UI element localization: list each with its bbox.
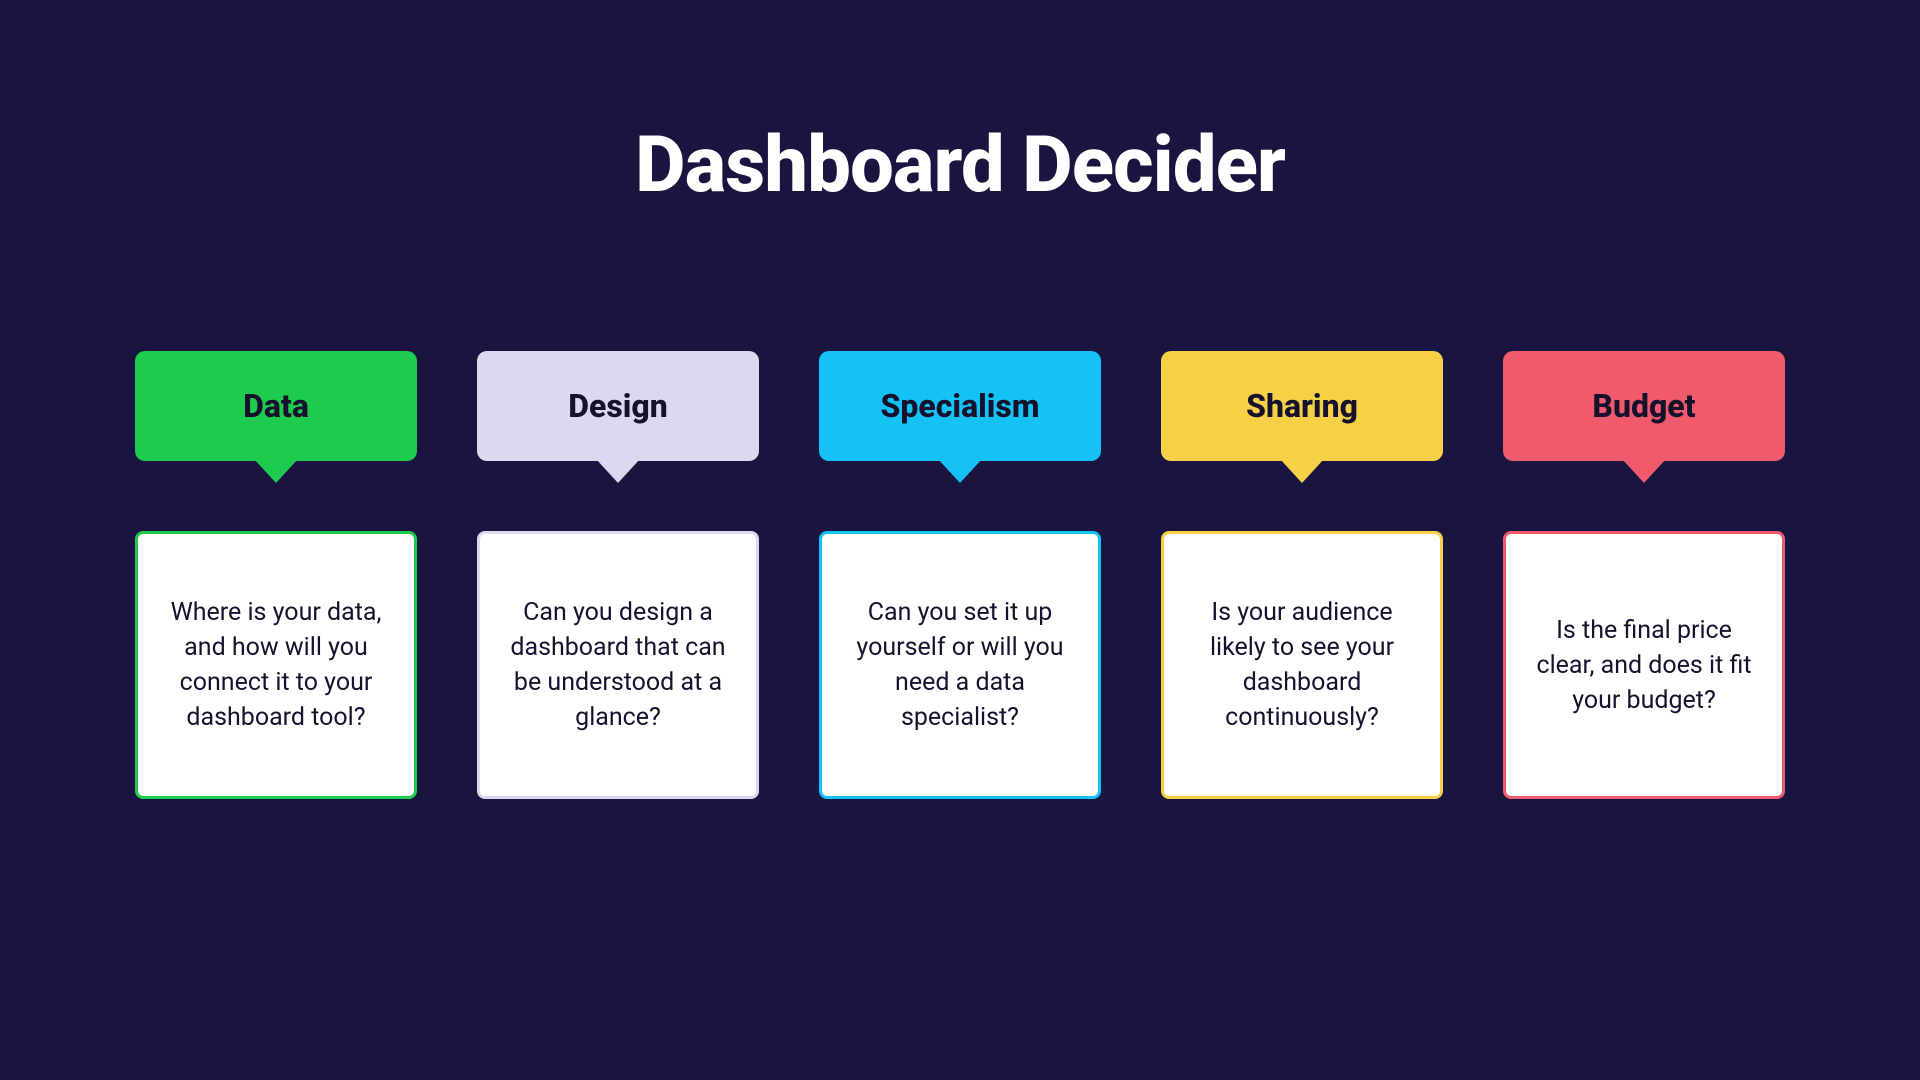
tag-data: Data — [135, 351, 417, 461]
card-sharing: Is your audience likely to see your dash… — [1161, 531, 1443, 799]
column-sharing: Sharing Is your audience likely to see y… — [1161, 351, 1443, 799]
card-desc: Is your audience likely to see your dash… — [1190, 595, 1414, 735]
card-specialism: Can you set it up yourself or will you n… — [819, 531, 1101, 799]
card-data: Where is your data, and how will you con… — [135, 531, 417, 799]
card-desc: Is the final price clear, and does it fi… — [1532, 613, 1756, 718]
card-desc: Where is your data, and how will you con… — [164, 595, 388, 735]
tag-label: Budget — [1592, 387, 1695, 425]
column-design: Design Can you design a dashboard that c… — [477, 351, 759, 799]
page-title: Dashboard Decider — [0, 120, 1920, 211]
column-budget: Budget Is the final price clear, and doe… — [1503, 351, 1785, 799]
card-design: Can you design a dashboard that can be u… — [477, 531, 759, 799]
column-specialism: Specialism Can you set it up yourself or… — [819, 351, 1101, 799]
tag-label: Data — [243, 387, 309, 425]
card-desc: Can you design a dashboard that can be u… — [506, 595, 730, 735]
column-data: Data Where is your data, and how will yo… — [135, 351, 417, 799]
tag-design: Design — [477, 351, 759, 461]
columns-row: Data Where is your data, and how will yo… — [0, 351, 1920, 799]
tag-specialism: Specialism — [819, 351, 1101, 461]
tag-label: Sharing — [1246, 387, 1358, 425]
tag-label: Specialism — [881, 387, 1040, 425]
tag-budget: Budget — [1503, 351, 1785, 461]
slide: Dashboard Decider Data Where is your dat… — [0, 0, 1920, 1080]
tag-label: Design — [568, 387, 668, 425]
card-budget: Is the final price clear, and does it fi… — [1503, 531, 1785, 799]
tag-sharing: Sharing — [1161, 351, 1443, 461]
card-desc: Can you set it up yourself or will you n… — [848, 595, 1072, 735]
